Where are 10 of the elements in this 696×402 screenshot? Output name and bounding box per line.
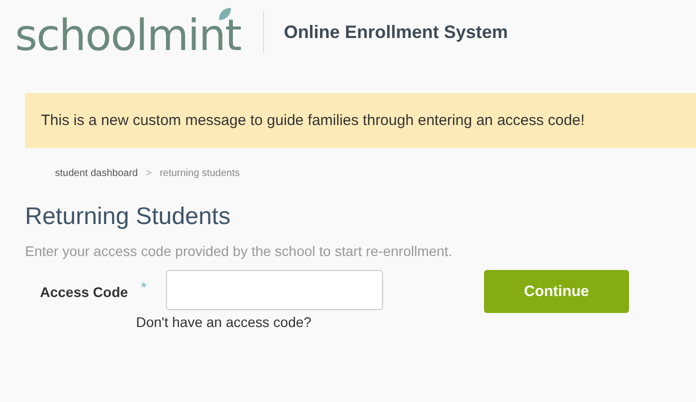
instructions-text: Enter your access code provided by the school to start re-enrollment. bbox=[25, 243, 454, 259]
page-heading: Returning Students bbox=[25, 203, 232, 231]
access-code-field[interactable] bbox=[166, 270, 383, 310]
breadcrumb-link[interactable]: student dashboard bbox=[55, 168, 138, 179]
help-link[interactable]: Don't have an access code? bbox=[136, 314, 383, 330]
system-title: Online Enrollment System bbox=[284, 22, 508, 42]
field-label: Access Code bbox=[40, 284, 129, 300]
banner-message: This is a new custom message to guide families through entering an access code! bbox=[41, 112, 585, 129]
breadcrumb-separator: > bbox=[146, 168, 152, 179]
required-mark: * bbox=[141, 279, 148, 295]
